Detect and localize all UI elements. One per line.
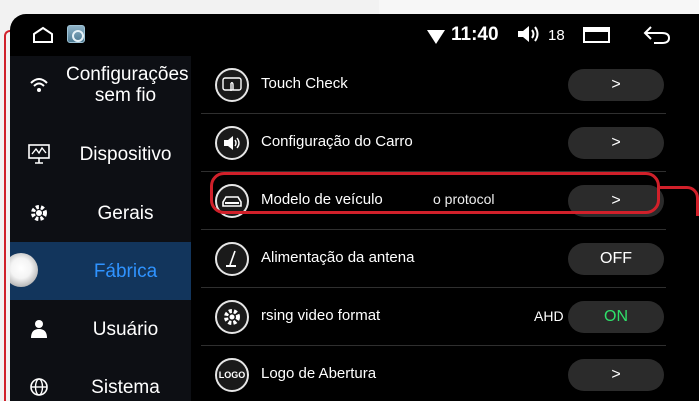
antenna-toggle[interactable]: OFF bbox=[568, 243, 664, 275]
list-item-touch-check[interactable]: Touch Check > bbox=[201, 56, 666, 114]
sidebar-item-label: Gerais bbox=[97, 202, 154, 224]
annotation-pointer bbox=[660, 186, 699, 216]
gear-icon bbox=[28, 202, 50, 224]
speaker-icon bbox=[215, 126, 249, 160]
knob-icon bbox=[10, 253, 38, 287]
annotation-highlight bbox=[210, 172, 660, 214]
back-icon[interactable] bbox=[642, 24, 672, 51]
home-icon[interactable] bbox=[32, 26, 54, 49]
open-button[interactable]: > bbox=[568, 127, 664, 159]
list-item-antenna-power[interactable]: Alimentação da antena OFF bbox=[201, 230, 666, 288]
list-item-label: Logo de Abertura bbox=[261, 365, 377, 382]
background-corner bbox=[379, 0, 699, 14]
sidebar-item-device[interactable]: Dispositivo bbox=[10, 125, 191, 183]
list-item-label: Configuração do Carro bbox=[261, 133, 413, 150]
settings-list: Touch Check > Configuração do Carro > Mo… bbox=[201, 56, 671, 401]
open-button[interactable]: > bbox=[568, 359, 664, 391]
list-item-car-settings[interactable]: Configuração do Carro > bbox=[201, 114, 666, 172]
sidebar: Configurações sem fio Dispositivo Gerais… bbox=[10, 56, 191, 401]
app-icon[interactable] bbox=[67, 25, 85, 43]
sidebar-item-label: Fábrica bbox=[93, 260, 158, 282]
ahd-option[interactable]: AHD bbox=[534, 308, 564, 324]
sidebar-item-system[interactable]: Sistema bbox=[10, 358, 191, 401]
antenna-icon bbox=[215, 242, 249, 276]
globe-icon bbox=[28, 376, 50, 398]
monitor-icon bbox=[28, 143, 50, 165]
touch-icon bbox=[215, 68, 249, 102]
sidebar-item-factory[interactable]: Fábrica bbox=[10, 242, 191, 300]
open-button[interactable]: > bbox=[568, 69, 664, 101]
sidebar-item-label: Dispositivo bbox=[79, 143, 172, 165]
speaker-icon[interactable] bbox=[516, 24, 542, 49]
sidebar-item-label: Configurações sem fio bbox=[66, 64, 189, 106]
list-item-boot-logo[interactable]: LOGO Logo de Abertura > bbox=[201, 346, 666, 401]
sidebar-item-label: Usuário bbox=[92, 318, 159, 340]
sidebar-item-general[interactable]: Gerais bbox=[10, 184, 191, 242]
recent-apps-icon[interactable] bbox=[583, 27, 610, 43]
list-item-video-format[interactable]: rsing video format AHD ON bbox=[201, 288, 666, 346]
sidebar-item-wireless[interactable]: Configurações sem fio bbox=[10, 56, 191, 114]
settings-icon bbox=[215, 300, 249, 334]
user-icon bbox=[28, 318, 50, 340]
video-format-toggle[interactable]: ON bbox=[568, 301, 664, 333]
annotation-frame bbox=[4, 30, 10, 401]
volume-level: 18 bbox=[548, 27, 565, 44]
list-item-label: Touch Check bbox=[261, 75, 348, 92]
sidebar-item-user[interactable]: Usuário bbox=[10, 300, 191, 358]
wifi-signal-icon bbox=[427, 30, 445, 44]
sidebar-item-label: Sistema bbox=[91, 376, 160, 398]
list-item-label: Alimentação da antena bbox=[261, 249, 415, 266]
clock: 11:40 bbox=[451, 24, 499, 45]
wifi-icon bbox=[28, 74, 50, 96]
status-bar: 11:40 18 bbox=[10, 14, 699, 56]
list-item-label: rsing video format bbox=[261, 307, 381, 324]
logo-icon: LOGO bbox=[215, 358, 249, 392]
